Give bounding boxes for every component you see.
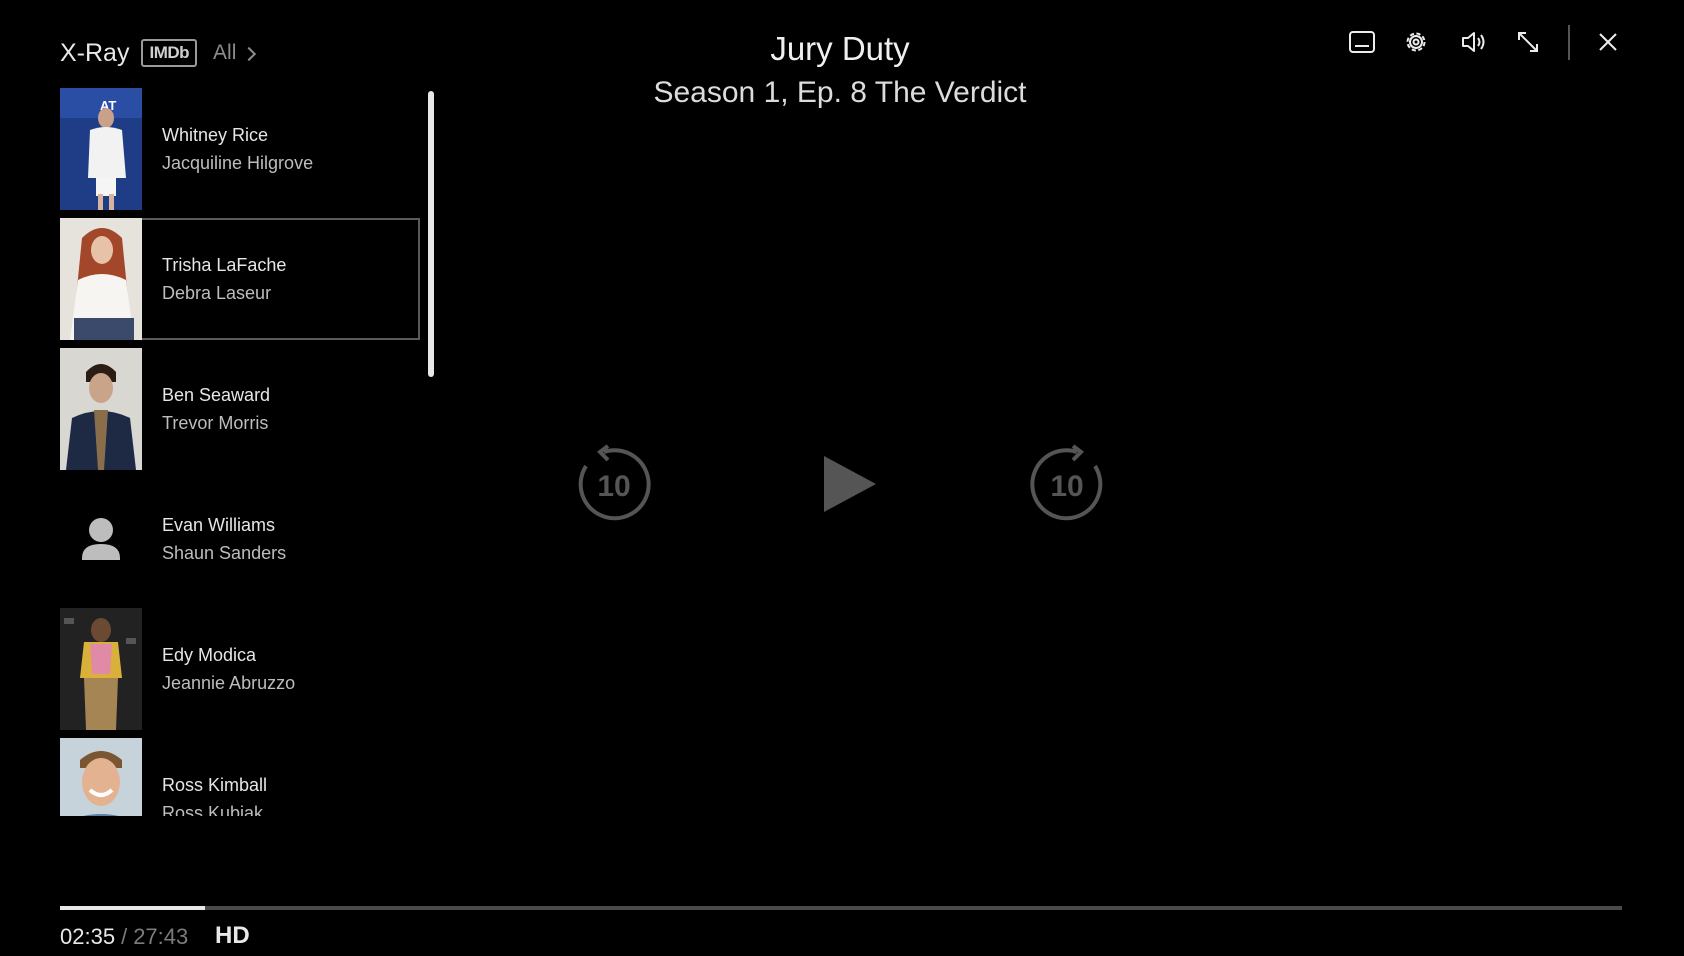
cast-name: Whitney Rice <box>162 124 269 145</box>
replay-10-icon: 10 <box>578 444 651 521</box>
cast-name: Trisha LaFache <box>162 254 287 275</box>
cast-item[interactable]: Evan Williams Shaun Sanders <box>60 478 420 600</box>
cast-photo <box>60 348 142 470</box>
xray-header: X-Ray IMDb All <box>60 36 257 70</box>
subtitles-icon <box>1349 31 1375 53</box>
cast-role: Ross Kubiak <box>162 802 264 817</box>
exit-fullscreen-icon <box>1518 32 1538 52</box>
episode-title: Season 1, Ep. 8 The Verdict <box>653 76 1027 109</box>
cast-item[interactable]: Ben Seaward Trevor Morris <box>60 348 420 470</box>
cast-role: Trevor Morris <box>162 412 269 433</box>
replay-10-button[interactable]: 10 <box>574 444 654 524</box>
time-display: 02:35 / 27:43 <box>60 924 188 950</box>
cast-name: Edy Modica <box>162 644 257 665</box>
volume-icon <box>1462 32 1485 52</box>
cast-photo <box>60 738 142 816</box>
hd-badge: HD <box>215 922 250 949</box>
time-separator: / <box>121 924 128 949</box>
settings-icon <box>1406 32 1426 52</box>
current-time: 02:35 <box>60 924 116 949</box>
cast-name: Ross Kimball <box>162 774 268 795</box>
controls-divider <box>1568 25 1570 60</box>
subtitles-button[interactable] <box>1344 24 1380 60</box>
cast-role: Debra Laseur <box>162 282 272 303</box>
cast-photo <box>60 608 142 730</box>
cast-item[interactable]: Edy Modica Jeannie Abruzzo <box>60 608 420 730</box>
cast-item[interactable]: AT Whitney Rice Jacquiline Hilgrove <box>60 88 420 210</box>
chevron-right-icon <box>242 46 257 62</box>
cast-role: Jeannie Abruzzo <box>162 672 296 693</box>
imdb-badge: IMDb <box>141 39 198 67</box>
xray-title: X-Ray <box>60 38 130 67</box>
total-time: 27:43 <box>133 924 189 949</box>
exit-fullscreen-button[interactable] <box>1510 24 1546 60</box>
cast-name: Ben Seaward <box>162 384 271 405</box>
cast-role: Shaun Sanders <box>162 542 287 563</box>
xray-all-label: All <box>213 41 237 64</box>
forward-10-icon: 10 <box>1030 444 1103 521</box>
cast-role: Jacquiline Hilgrove <box>162 152 314 173</box>
progress-bar-fill <box>60 906 206 910</box>
forward-10-label: 10 <box>1050 470 1083 503</box>
xray-all-link[interactable]: All <box>213 41 257 65</box>
person-placeholder-icon <box>60 478 142 600</box>
settings-button[interactable] <box>1398 24 1434 60</box>
close-icon <box>1599 33 1617 51</box>
cast-item[interactable]: Ross Kimball Ross Kubiak <box>60 738 420 816</box>
cast-photo <box>60 218 142 340</box>
cast-name: Evan Williams <box>162 514 276 535</box>
progress-bar[interactable] <box>60 906 1622 910</box>
cast-list-scrollbar[interactable] <box>428 91 434 377</box>
replay-10-label: 10 <box>597 470 630 503</box>
play-button[interactable] <box>806 444 886 524</box>
play-icon <box>824 456 876 512</box>
cast-item-selected[interactable]: Trisha LaFache Debra Laseur <box>60 218 420 340</box>
volume-button[interactable] <box>1456 24 1492 60</box>
xray-cast-list[interactable]: AT Whitney Rice Jacquiline Hilgrove Tris… <box>60 88 420 816</box>
forward-10-button[interactable]: 10 <box>1027 444 1107 524</box>
close-button[interactable] <box>1590 24 1626 60</box>
show-title: Jury Duty <box>770 30 910 67</box>
title-block: Jury Duty Season 1, Ep. 8 The Verdict <box>540 30 1140 110</box>
cast-photo: AT <box>60 88 142 210</box>
